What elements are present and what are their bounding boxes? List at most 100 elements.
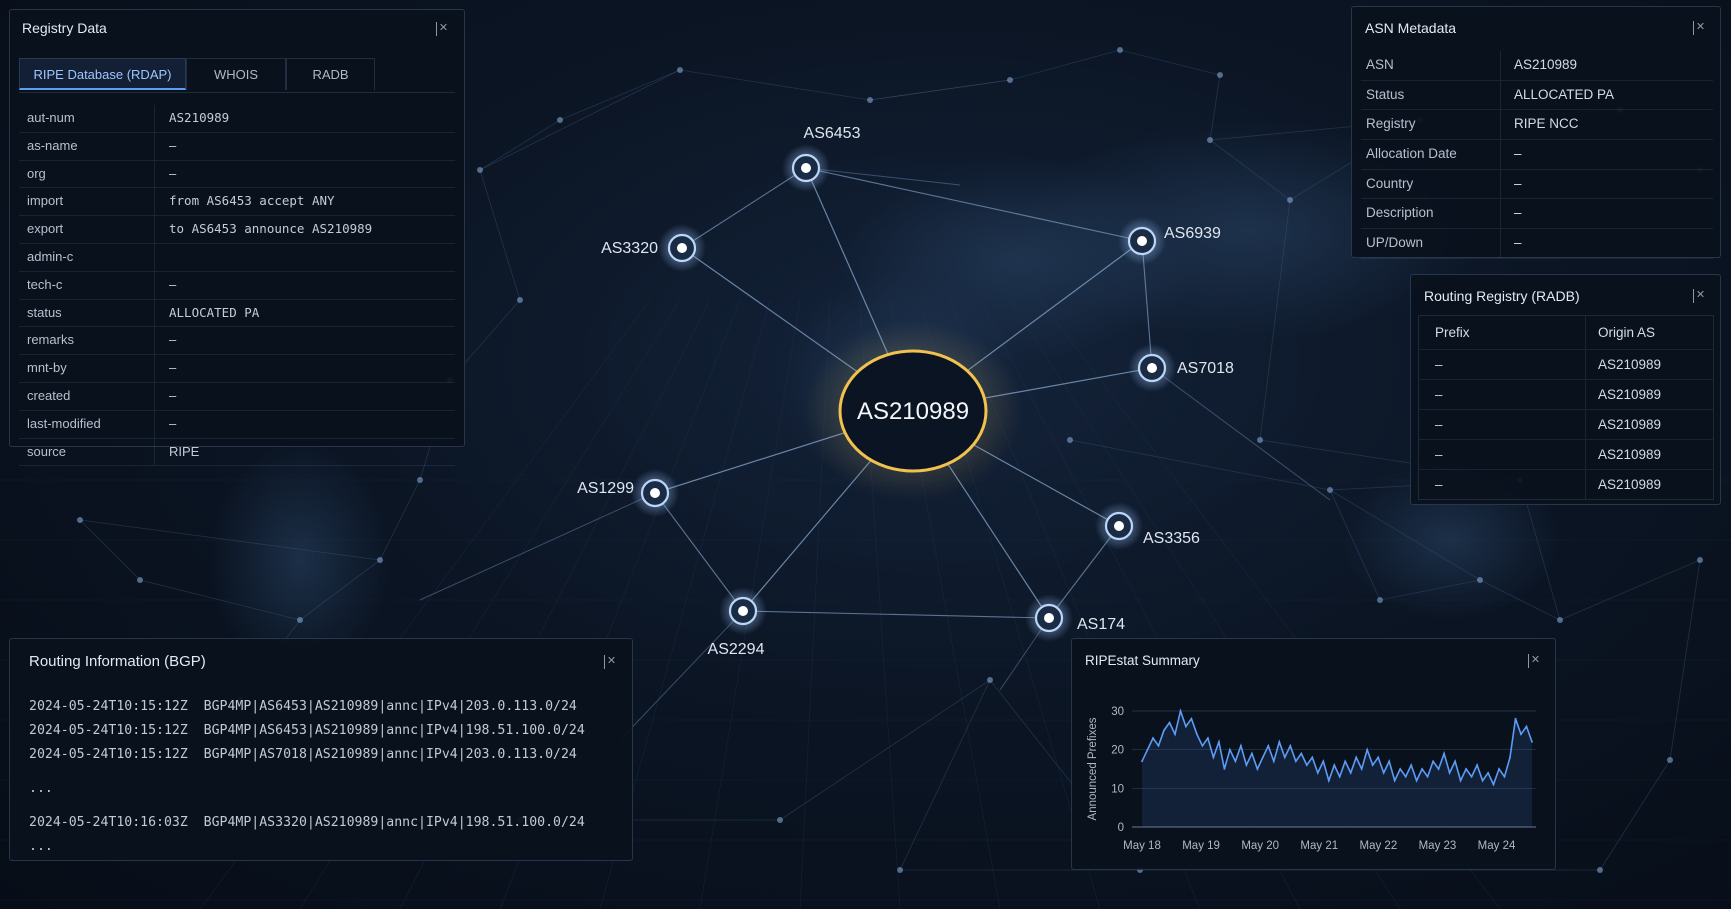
bgp-gap: [29, 801, 585, 811]
data-point: [1240, 744, 1242, 747]
radb-row: – AS210989: [1419, 440, 1713, 470]
data-point: [1267, 744, 1270, 747]
peer-as-label: AS6939: [1164, 225, 1221, 242]
y-tick-label: 30: [1111, 706, 1124, 718]
data-point: [1163, 729, 1165, 732]
asn-metadata-table: ASN AS210989 Status ALLOCATED PA Registry RIP…: [1361, 51, 1713, 259]
data-point: [1152, 737, 1154, 739]
data-point: [1399, 768, 1402, 770]
data-point: [1272, 760, 1275, 763]
radb-origin-cell: AS210989: [1598, 357, 1662, 372]
tab-radb[interactable]: RADB: [286, 58, 375, 90]
radb-panel-title: Routing Registry (RADB): [1424, 288, 1580, 304]
registry-table: aut-num AS210989 as-name – org – import from AS…: [19, 105, 455, 467]
registry-field-value: to AS6453 announce AS210989: [169, 221, 373, 237]
close-icon[interactable]: ✕: [604, 655, 618, 669]
radb-row: – AS210989: [1419, 470, 1713, 499]
close-icon[interactable]: ✕: [436, 22, 450, 36]
registry-field-name: last-modified: [19, 410, 155, 438]
data-point: [1201, 744, 1204, 747]
data-point: [1196, 733, 1198, 736]
registry-field-name: aut-num: [19, 105, 155, 132]
registry-field-name: import: [19, 188, 155, 216]
metadata-row: ASN AS210989: [1361, 51, 1713, 81]
registry-field-value: –: [169, 415, 177, 431]
radb-header-prefix: Prefix: [1419, 316, 1586, 349]
data-point: [1443, 752, 1445, 755]
routing-information-panel: Routing Information (BGP) ✕ 2024-05-24T1…: [9, 638, 633, 861]
data-point: [1256, 768, 1259, 770]
x-tick-label: May 20: [1241, 840, 1279, 852]
metadata-row: UP/Down –: [1361, 229, 1713, 259]
data-point: [1377, 756, 1380, 759]
registry-row: aut-num AS210989: [19, 105, 455, 133]
data-point: [1300, 752, 1303, 755]
radb-prefix-cell: –: [1419, 470, 1586, 499]
radb-row: – AS210989: [1419, 350, 1713, 380]
metadata-field-name: Description: [1361, 199, 1501, 229]
tab-whois[interactable]: WHOIS: [186, 58, 286, 90]
data-point: [1503, 775, 1506, 778]
x-tick-label: May 23: [1419, 840, 1457, 852]
y-axis-label: Announced Prefixes: [1087, 717, 1099, 820]
data-point: [1190, 717, 1193, 720]
data-point: [1366, 748, 1369, 751]
tab-ripe-database[interactable]: RIPE Database (RDAP): [19, 58, 186, 90]
registry-row: last-modified –: [19, 410, 455, 439]
x-tick-label: May 18: [1123, 840, 1161, 852]
asn-metadata-title: ASN Metadata: [1365, 20, 1457, 36]
registry-field-value: RIPE: [169, 443, 200, 459]
registry-field-name: tech-c: [19, 271, 155, 299]
registry-field-value: [155, 244, 169, 271]
series-area: [1142, 711, 1532, 827]
data-point: [1229, 748, 1231, 751]
bgp-log: 2024-05-24T10:15:12Z BGP4MP|AS6453|AS210…: [29, 695, 585, 859]
registry-row: source RIPE: [19, 438, 455, 467]
data-point: [1371, 764, 1374, 766]
close-icon[interactable]: ✕: [1693, 21, 1707, 35]
metadata-field-value: –: [1514, 175, 1522, 191]
data-point: [1481, 779, 1484, 782]
registry-row: mnt-by –: [19, 355, 455, 383]
x-tick-label: May 21: [1300, 840, 1338, 852]
bgp-log-line: 2024-05-24T10:16:03Z BGP4MP|AS3320|AS210…: [29, 815, 585, 830]
registry-row: import from AS6453 accept ANY: [19, 188, 455, 217]
registry-row: created –: [19, 382, 455, 411]
registry-panel-title: Registry Data: [22, 20, 107, 36]
data-point: [1207, 737, 1209, 739]
data-point: [1470, 775, 1473, 778]
y-tick-label: 10: [1111, 783, 1124, 795]
data-point: [1410, 764, 1413, 766]
metadata-field-value: RIPE NCC: [1514, 116, 1579, 132]
registry-row: remarks –: [19, 327, 455, 356]
registry-field-value: –: [169, 137, 177, 153]
registry-field-name: export: [19, 216, 155, 243]
metadata-field-name: Allocation Date: [1361, 140, 1501, 169]
data-point: [1311, 756, 1314, 759]
data-point: [1327, 779, 1330, 782]
bgp-log-line: ...: [29, 839, 53, 854]
data-point: [1316, 772, 1319, 774]
registry-row: org –: [19, 160, 455, 189]
data-point: [1245, 764, 1248, 766]
data-point: [1355, 756, 1358, 759]
registry-field-name: as-name: [19, 132, 155, 160]
radb-row: – AS210989: [1419, 410, 1713, 440]
registry-field-value: –: [169, 332, 177, 348]
data-point: [1514, 717, 1517, 720]
metadata-field-name: Country: [1361, 169, 1501, 199]
registry-row: tech-c –: [19, 271, 455, 300]
bgp-panel-title: Routing Information (BGP): [29, 653, 206, 670]
data-point: [1141, 760, 1143, 763]
metadata-field-name: ASN: [1361, 51, 1501, 80]
peer-as-label: AS3320: [601, 240, 658, 257]
registry-data-panel: Registry Data ✕ RIPE Database (RDAP) WHO…: [9, 9, 465, 467]
asn-metadata-panel: ASN Metadata ✕ ASN AS210989 Status ALLOCATE…: [1351, 6, 1721, 259]
data-point: [1492, 783, 1495, 786]
close-icon[interactable]: ✕: [1693, 289, 1707, 303]
data-point: [1179, 710, 1182, 712]
radb-origin-cell: AS210989: [1598, 387, 1662, 402]
data-point: [1223, 768, 1226, 770]
y-tick-label: 0: [1118, 822, 1124, 834]
radb-origin-cell: AS210989: [1598, 477, 1662, 492]
